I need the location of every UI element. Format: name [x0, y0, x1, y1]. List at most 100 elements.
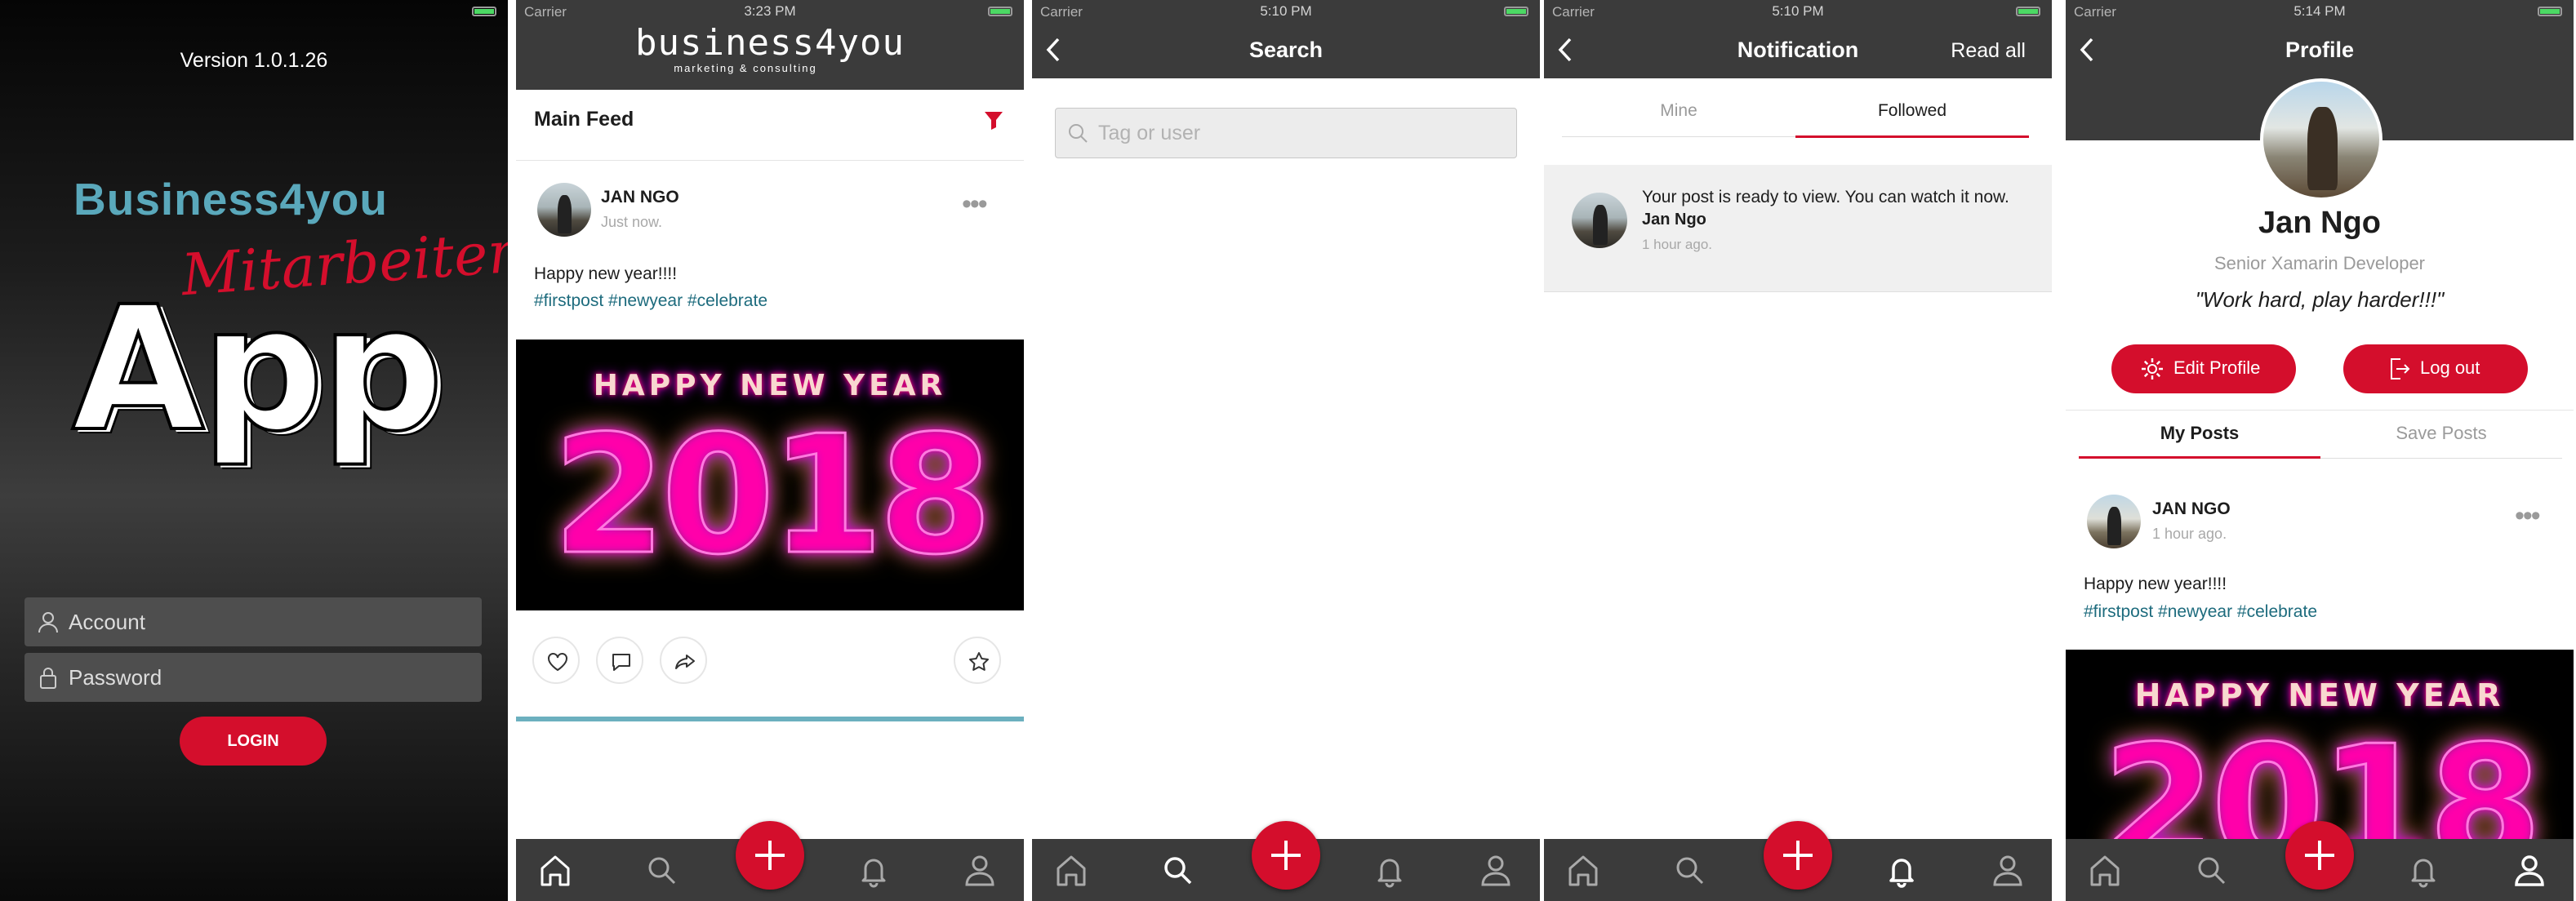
lock-icon — [40, 668, 56, 689]
tab-save-posts[interactable]: Save Posts — [2320, 423, 2562, 444]
tab-indicator — [1795, 135, 2029, 138]
share-button[interactable] — [660, 637, 707, 684]
share-icon — [675, 655, 695, 669]
comment-button[interactable] — [596, 637, 643, 684]
search-icon[interactable] — [1668, 849, 1711, 891]
post-author[interactable]: JAN NGO — [601, 188, 679, 207]
tab-bar — [1032, 821, 1540, 901]
login-label: LOGIN — [227, 732, 279, 750]
home-icon[interactable] — [534, 849, 576, 891]
profile-icon[interactable] — [1987, 849, 2029, 891]
post-hashtags[interactable]: #firstpost #newyear #celebrate — [534, 291, 767, 311]
bell-icon[interactable] — [1880, 849, 1923, 891]
search-placeholder: Tag or user — [1098, 122, 1201, 144]
password-field[interactable]: Password — [24, 653, 482, 702]
progress-bar — [516, 717, 1024, 721]
logo-main: business4you — [635, 22, 905, 64]
search-icon[interactable] — [640, 849, 683, 891]
page-title: Search — [1248, 38, 1324, 62]
logo-sub: marketing & consulting — [674, 62, 817, 74]
add-post-button[interactable] — [2285, 821, 2354, 890]
image-line2: 2018 — [551, 401, 994, 591]
status-time: 5:14 PM — [2293, 3, 2346, 19]
home-icon[interactable] — [2084, 849, 2126, 891]
bell-icon[interactable] — [2402, 849, 2445, 891]
bell-icon[interactable] — [852, 849, 895, 891]
search-input[interactable]: Tag or user — [1055, 108, 1517, 158]
tab-mine[interactable]: Mine — [1562, 101, 1795, 121]
more-options-icon[interactable]: ••• — [2515, 502, 2541, 530]
notification-author: Jan Ngo — [1642, 211, 1706, 229]
profile-icon[interactable] — [2508, 849, 2551, 891]
page-title: Profile — [2285, 38, 2355, 62]
profile-avatar[interactable] — [2260, 78, 2382, 201]
bell-icon[interactable] — [1368, 849, 1411, 891]
home-icon[interactable] — [1050, 849, 1092, 891]
search-header: Carrier 5:10 PM Search — [1032, 0, 1540, 78]
edit-profile-label: Edit Profile — [2173, 357, 2261, 378]
read-all-button[interactable]: Read all — [1951, 39, 2026, 63]
status-bar: Carrier 3:23 PM — [516, 0, 1024, 24]
notification-text: Your post is ready to view. You can watc… — [1642, 188, 2009, 206]
login-button[interactable]: LOGIN — [180, 717, 327, 766]
version-label: Version 1.0.1.26 — [180, 49, 328, 72]
brand-title: Business4you — [73, 174, 388, 224]
company-logo: business4you marketing & consulting — [516, 22, 1024, 75]
tab-bar — [1544, 821, 2052, 901]
gear-icon — [2142, 358, 2163, 379]
feed-header: Carrier 3:23 PM business4you marketing &… — [516, 0, 1024, 90]
login-screen: Version 1.0.1.26 Business4you Mitarbeite… — [0, 0, 508, 901]
status-time: 3:23 PM — [744, 3, 796, 19]
bookmark-button[interactable] — [954, 637, 1001, 684]
add-post-button[interactable] — [736, 821, 804, 890]
account-placeholder: Account — [69, 610, 145, 634]
notification-time: 1 hour ago. — [1642, 237, 1713, 252]
like-button[interactable] — [532, 637, 580, 684]
more-options-icon[interactable]: ••• — [962, 190, 988, 218]
account-field[interactable]: Account — [24, 597, 482, 646]
search-icon[interactable] — [1156, 849, 1199, 891]
status-time: 5:10 PM — [1260, 3, 1312, 19]
search-screen: Carrier 5:10 PM Search Tag or user — [1032, 0, 1540, 901]
image-line1: HAPPY NEW YEAR — [2134, 677, 2505, 713]
battery-icon — [472, 7, 496, 16]
post-author[interactable]: JAN NGO — [2152, 499, 2231, 519]
feed-screen: Carrier 3:23 PM business4you marketing &… — [516, 0, 1024, 901]
post-image: HAPPY NEW YEAR 2018 — [2066, 650, 2574, 846]
status-time: 5:10 PM — [1772, 3, 1824, 19]
logout-label: Log out — [2420, 357, 2480, 378]
tab-indicator — [2079, 456, 2320, 459]
tab-bar — [2066, 821, 2574, 901]
logout-button[interactable]: Log out — [2343, 344, 2528, 393]
avatar[interactable] — [537, 183, 591, 237]
profile-quote: "Work hard, play harder!!!" — [2195, 287, 2445, 312]
post-hashtags[interactable]: #firstpost #newyear #celebrate — [2084, 602, 2317, 622]
profile-icon[interactable] — [959, 849, 1001, 891]
avatar[interactable] — [2087, 495, 2141, 548]
home-icon[interactable] — [1562, 849, 1604, 891]
status-bar: Carrier 5:10 PM — [1544, 0, 2052, 24]
edit-profile-button[interactable]: Edit Profile — [2111, 344, 2296, 393]
logout-icon — [2391, 358, 2410, 379]
battery-icon — [1504, 7, 1528, 16]
battery-icon — [988, 7, 1012, 16]
notification-screen: Carrier 5:10 PM Notification Read all Mi… — [1544, 0, 2052, 901]
filter-icon[interactable] — [983, 109, 1004, 131]
user-icon — [38, 612, 58, 633]
status-bar: Carrier 5:10 PM — [1032, 0, 1540, 24]
add-post-button[interactable] — [1764, 821, 1832, 890]
comment-icon — [612, 654, 630, 671]
profile-icon[interactable] — [1475, 849, 1517, 891]
star-icon — [969, 652, 989, 671]
search-icon[interactable] — [2190, 849, 2232, 891]
post-text: Happy new year!!!! — [2084, 575, 2227, 593]
add-post-button[interactable] — [1252, 821, 1320, 890]
tab-followed[interactable]: Followed — [1795, 101, 2029, 121]
post-time: 1 hour ago. — [2152, 526, 2227, 542]
password-placeholder: Password — [69, 665, 162, 690]
profile-name: Jan Ngo — [2258, 206, 2381, 240]
post-image: HAPPY NEW YEAR 2018 — [516, 340, 1024, 610]
notification-item[interactable]: Your post is ready to view. You can watc… — [1544, 165, 2052, 292]
profile-divider — [2066, 410, 2574, 411]
tab-my-posts[interactable]: My Posts — [2079, 423, 2320, 444]
